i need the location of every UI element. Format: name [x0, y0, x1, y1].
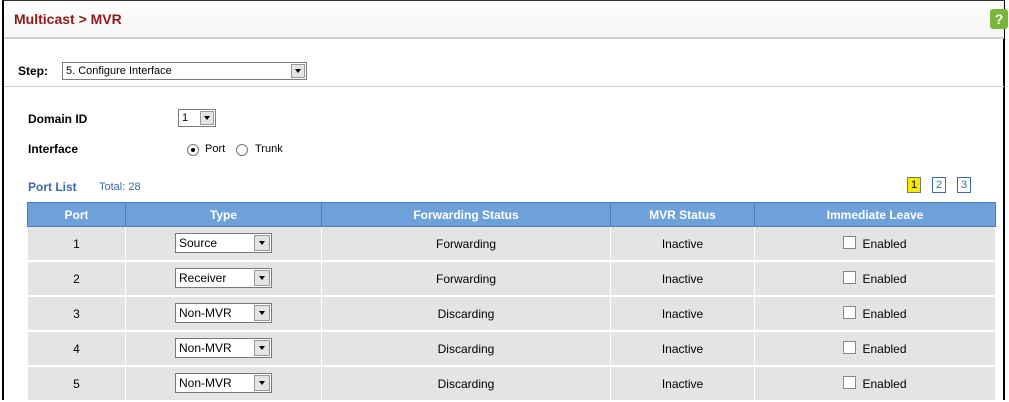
col-forwarding-header: Forwarding Status	[321, 202, 611, 227]
immediate-leave-label: Enabled	[862, 307, 907, 321]
type-select[interactable]: Source	[175, 233, 272, 253]
page-link-1[interactable]: 1	[907, 177, 921, 193]
chevron-down-icon[interactable]	[254, 270, 270, 286]
port-list-total: Total: 28	[99, 181, 141, 193]
mvr-panel: Multicast > MVR ? Step: 5. Configure Int…	[2, 0, 1008, 402]
type-select[interactable]: Non-MVR	[175, 373, 272, 393]
immediate-leave-label: Enabled	[862, 237, 907, 251]
page-link-3[interactable]: 3	[957, 177, 971, 193]
col-port-header: Port	[27, 202, 126, 227]
mvr-status-cell: Inactive	[610, 226, 755, 262]
help-icon[interactable]: ?	[990, 9, 1008, 29]
port-table: Port Type Forwarding Status MVR Status I…	[27, 202, 996, 402]
port-cell: 2	[27, 260, 126, 297]
port-cell: 3	[27, 295, 126, 332]
chevron-down-icon[interactable]	[254, 305, 270, 321]
trunk-radio[interactable]	[236, 144, 248, 156]
port-cell: 5	[27, 365, 126, 402]
port-list-title: Port List	[28, 180, 77, 194]
port-radio-label: Port	[205, 143, 226, 155]
domain-id-select[interactable]: 1	[178, 109, 216, 127]
type-value: Receiver	[179, 271, 227, 285]
table-row: 4 Non-MVR Discarding Inactive Enabled	[27, 330, 996, 367]
immediate-leave-checkbox[interactable]	[843, 236, 857, 249]
chevron-down-icon[interactable]	[254, 235, 270, 251]
col-type-header: Type	[125, 202, 322, 227]
mvr-status-cell: Inactive	[610, 295, 755, 332]
trunk-radio-label: Trunk	[255, 143, 283, 155]
page-title: Multicast > MVR	[14, 11, 122, 27]
forwarding-status-cell: Discarding	[321, 365, 611, 402]
forwarding-status-cell: Forwarding	[321, 260, 611, 297]
type-value: Source	[179, 236, 218, 250]
port-radio[interactable]	[187, 144, 199, 156]
mvr-status-cell: Inactive	[610, 365, 755, 402]
immediate-leave-label: Enabled	[862, 377, 907, 391]
table-header-row: Port Type Forwarding Status MVR Status I…	[27, 202, 996, 227]
forwarding-status-cell: Discarding	[321, 295, 611, 332]
step-select-value: 5. Configure Interface	[66, 65, 172, 77]
chevron-down-icon[interactable]	[200, 111, 214, 125]
port-cell: 1	[27, 226, 126, 262]
table-row: 5 Non-MVR Discarding Inactive Enabled	[27, 365, 996, 402]
immediate-leave-label: Enabled	[862, 272, 907, 286]
forwarding-status-cell: Discarding	[321, 330, 611, 367]
step-row: Step: 5. Configure Interface	[4, 56, 1004, 87]
immediate-leave-checkbox[interactable]	[843, 271, 857, 284]
immediate-leave-checkbox[interactable]	[843, 306, 857, 319]
immediate-leave-checkbox[interactable]	[843, 376, 857, 389]
type-select[interactable]: Non-MVR	[175, 338, 272, 358]
domain-id-value: 1	[182, 112, 189, 124]
type-select[interactable]: Receiver	[175, 268, 272, 288]
immediate-leave-label: Enabled	[862, 342, 907, 356]
port-cell: 4	[27, 330, 126, 367]
title-bar: Multicast > MVR ?	[4, 1, 1008, 39]
table-row: 3 Non-MVR Discarding Inactive Enabled	[27, 295, 996, 332]
chevron-down-icon[interactable]	[254, 375, 270, 391]
col-mvr-header: MVR Status	[610, 202, 755, 227]
forwarding-status-cell: Forwarding	[321, 226, 611, 262]
chevron-down-icon[interactable]	[291, 64, 305, 78]
domain-id-label: Domain ID	[28, 112, 88, 126]
table-row: 1 Source Forwarding Inactive Enabled	[27, 226, 996, 262]
mvr-status-cell: Inactive	[610, 260, 755, 297]
page-link-2[interactable]: 2	[932, 177, 946, 193]
chevron-down-icon[interactable]	[254, 340, 270, 356]
type-select[interactable]: Non-MVR	[175, 303, 272, 323]
immediate-leave-checkbox[interactable]	[843, 341, 857, 354]
step-select[interactable]: 5. Configure Interface	[62, 62, 307, 80]
interface-label: Interface	[28, 142, 79, 156]
type-value: Non-MVR	[179, 341, 232, 355]
type-value: Non-MVR	[179, 306, 232, 320]
step-label: Step:	[18, 64, 48, 78]
mvr-status-cell: Inactive	[610, 330, 755, 367]
table-row: 2 Receiver Forwarding Inactive Enabled	[27, 260, 996, 297]
type-value: Non-MVR	[179, 376, 232, 390]
col-immediate-leave-header: Immediate Leave	[754, 202, 996, 227]
